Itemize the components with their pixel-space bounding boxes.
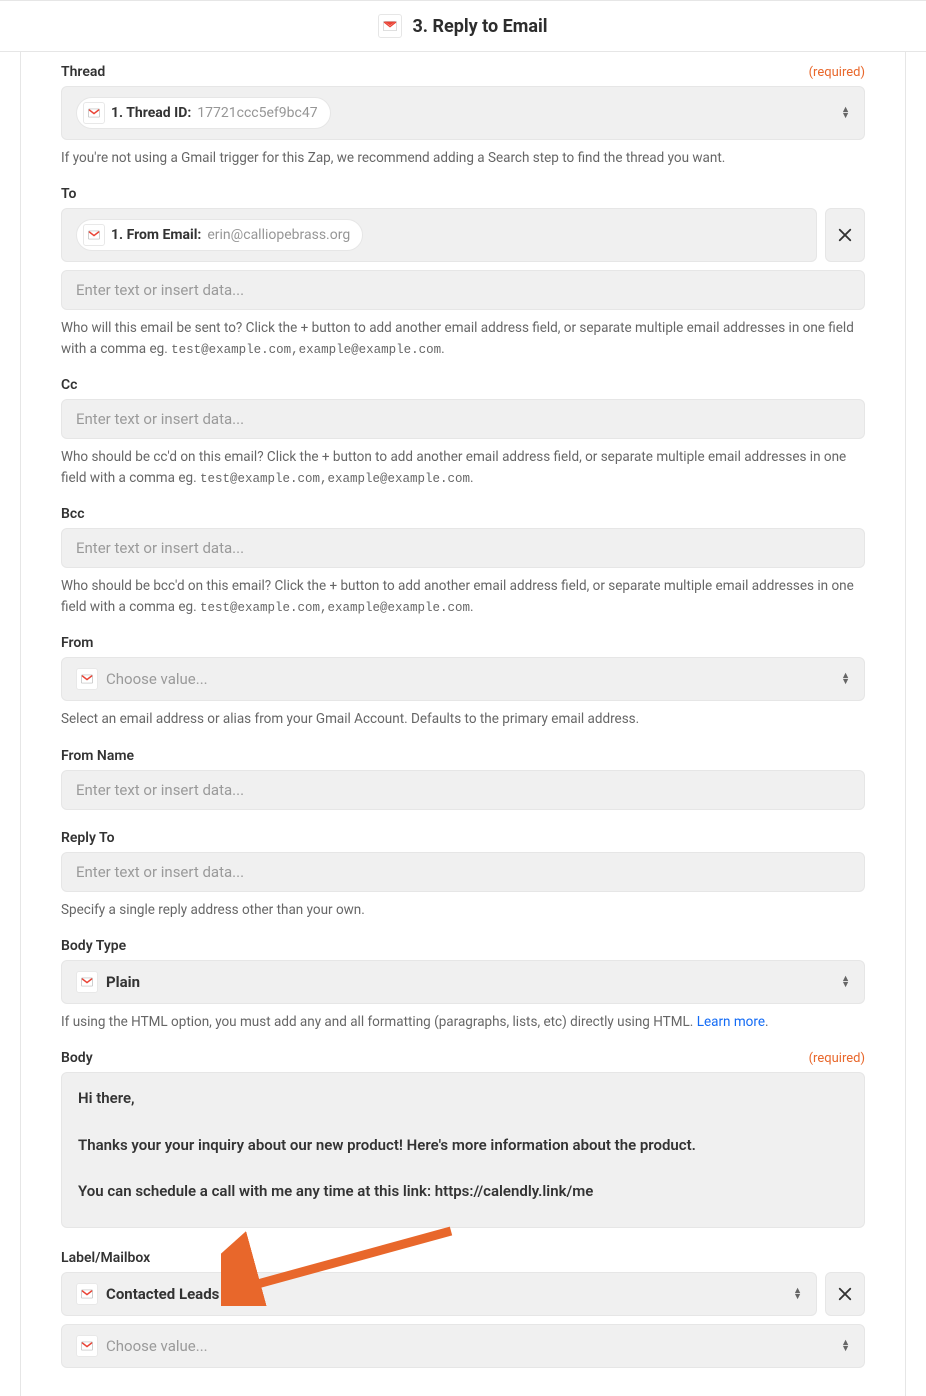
gmail-icon <box>76 971 98 993</box>
to-help: Who will this email be sent to? Click th… <box>61 318 865 359</box>
cc-placeholder: Enter text or insert data... <box>76 410 850 428</box>
thread-pill-value: 17721ccc5ef9bc47 <box>197 105 317 121</box>
bcc-help: Who should be bcc'd on this email? Click… <box>61 576 865 617</box>
bcc-input[interactable]: Enter text or insert data... <box>61 528 865 568</box>
step-title: 3. Reply to Email <box>412 16 547 37</box>
label-mailbox-placeholder: Choose value... <box>106 1337 833 1355</box>
from-field: From Choose value... ▲▼ Select an email … <box>61 635 865 729</box>
from-help: Select an email address or alias from yo… <box>61 709 865 729</box>
from-placeholder: Choose value... <box>106 670 833 688</box>
from-name-field: From Name Enter text or insert data... <box>61 748 865 810</box>
cc-label: Cc <box>61 377 77 393</box>
learn-more-link[interactable]: Learn more <box>697 1014 765 1030</box>
cc-field: Cc Enter text or insert data... Who shou… <box>61 377 865 488</box>
body-type-help: If using the HTML option, you must add a… <box>61 1012 865 1032</box>
body-label: Body <box>61 1050 93 1066</box>
body-type-label: Body Type <box>61 938 126 954</box>
bcc-field: Bcc Enter text or insert data... Who sho… <box>61 506 865 617</box>
form-content: Thread (required) 1. Thread ID: 17721ccc… <box>20 52 906 1396</box>
reply-to-field: Reply To Enter text or insert data... Sp… <box>61 830 865 920</box>
reply-to-placeholder: Enter text or insert data... <box>76 863 850 881</box>
reply-to-input[interactable]: Enter text or insert data... <box>61 852 865 892</box>
gmail-icon <box>83 102 105 124</box>
gmail-icon <box>378 14 402 38</box>
body-field: Body (required) Hi there, Thanks your yo… <box>61 1050 865 1228</box>
to-placeholder: Enter text or insert data... <box>76 281 850 299</box>
bcc-label: Bcc <box>61 506 85 522</box>
body-type-field: Body Type Plain ▲▼ If using the HTML opt… <box>61 938 865 1032</box>
to-field: To 1. From Email: erin@calliopebrass.org <box>61 186 865 359</box>
body-line-3: You can schedule a call with me any time… <box>78 1180 848 1203</box>
from-label: From <box>61 635 93 651</box>
thread-pill[interactable]: 1. Thread ID: 17721ccc5ef9bc47 <box>76 97 331 129</box>
gmail-icon <box>76 1335 98 1357</box>
to-pill-value: erin@calliopebrass.org <box>207 227 350 243</box>
chevron-updown-icon: ▲▼ <box>841 107 850 119</box>
cc-help: Who should be cc'd on this email? Click … <box>61 447 865 488</box>
label-remove-button[interactable] <box>825 1272 865 1316</box>
chevron-updown-icon: ▲▼ <box>793 1288 802 1300</box>
from-name-label: From Name <box>61 748 134 764</box>
reply-to-help: Specify a single reply address other tha… <box>61 900 865 920</box>
body-line-2: Thanks your your inquiry about our new p… <box>78 1134 848 1157</box>
to-pill[interactable]: 1. From Email: erin@calliopebrass.org <box>76 219 363 251</box>
chevron-updown-icon: ▲▼ <box>841 976 850 988</box>
label-mailbox-value: Contacted Leads <box>106 1285 219 1303</box>
step-header: 3. Reply to Email <box>0 0 926 52</box>
reply-to-label: Reply To <box>61 830 115 846</box>
body-line-1: Hi there, <box>78 1087 848 1110</box>
to-input-1[interactable]: 1. From Email: erin@calliopebrass.org <box>61 208 817 262</box>
cc-input[interactable]: Enter text or insert data... <box>61 399 865 439</box>
body-type-select[interactable]: Plain ▲▼ <box>61 960 865 1004</box>
from-select[interactable]: Choose value... ▲▼ <box>61 657 865 701</box>
label-mailbox-label: Label/Mailbox <box>61 1250 150 1266</box>
to-pill-label: 1. From Email: <box>111 227 201 243</box>
close-icon <box>836 1285 854 1303</box>
label-mailbox-select-2[interactable]: Choose value... ▲▼ <box>61 1324 865 1368</box>
from-name-placeholder: Enter text or insert data... <box>76 781 850 799</box>
gmail-icon <box>76 1283 98 1305</box>
chevron-updown-icon: ▲▼ <box>841 1340 850 1352</box>
thread-input[interactable]: 1. Thread ID: 17721ccc5ef9bc47 ▲▼ <box>61 86 865 140</box>
bcc-placeholder: Enter text or insert data... <box>76 539 850 557</box>
body-type-value: Plain <box>106 973 140 991</box>
gmail-icon <box>83 224 105 246</box>
label-mailbox-select-1[interactable]: Contacted Leads ▲▼ <box>61 1272 817 1316</box>
from-name-input[interactable]: Enter text or insert data... <box>61 770 865 810</box>
label-mailbox-field: Label/Mailbox Contacted Leads ▲▼ <box>61 1250 865 1368</box>
gmail-icon <box>76 668 98 690</box>
to-input-2[interactable]: Enter text or insert data... <box>61 270 865 310</box>
thread-label: Thread <box>61 64 105 80</box>
chevron-updown-icon: ▲▼ <box>841 673 850 685</box>
thread-help: If you're not using a Gmail trigger for … <box>61 148 865 168</box>
body-required: (required) <box>809 1051 865 1066</box>
thread-required: (required) <box>809 65 865 80</box>
close-icon <box>836 226 854 244</box>
to-label: To <box>61 186 76 202</box>
thread-pill-label: 1. Thread ID: <box>111 105 191 121</box>
thread-field: Thread (required) 1. Thread ID: 17721ccc… <box>61 64 865 168</box>
body-textarea[interactable]: Hi there, Thanks your your inquiry about… <box>61 1072 865 1228</box>
to-remove-button[interactable] <box>825 208 865 262</box>
